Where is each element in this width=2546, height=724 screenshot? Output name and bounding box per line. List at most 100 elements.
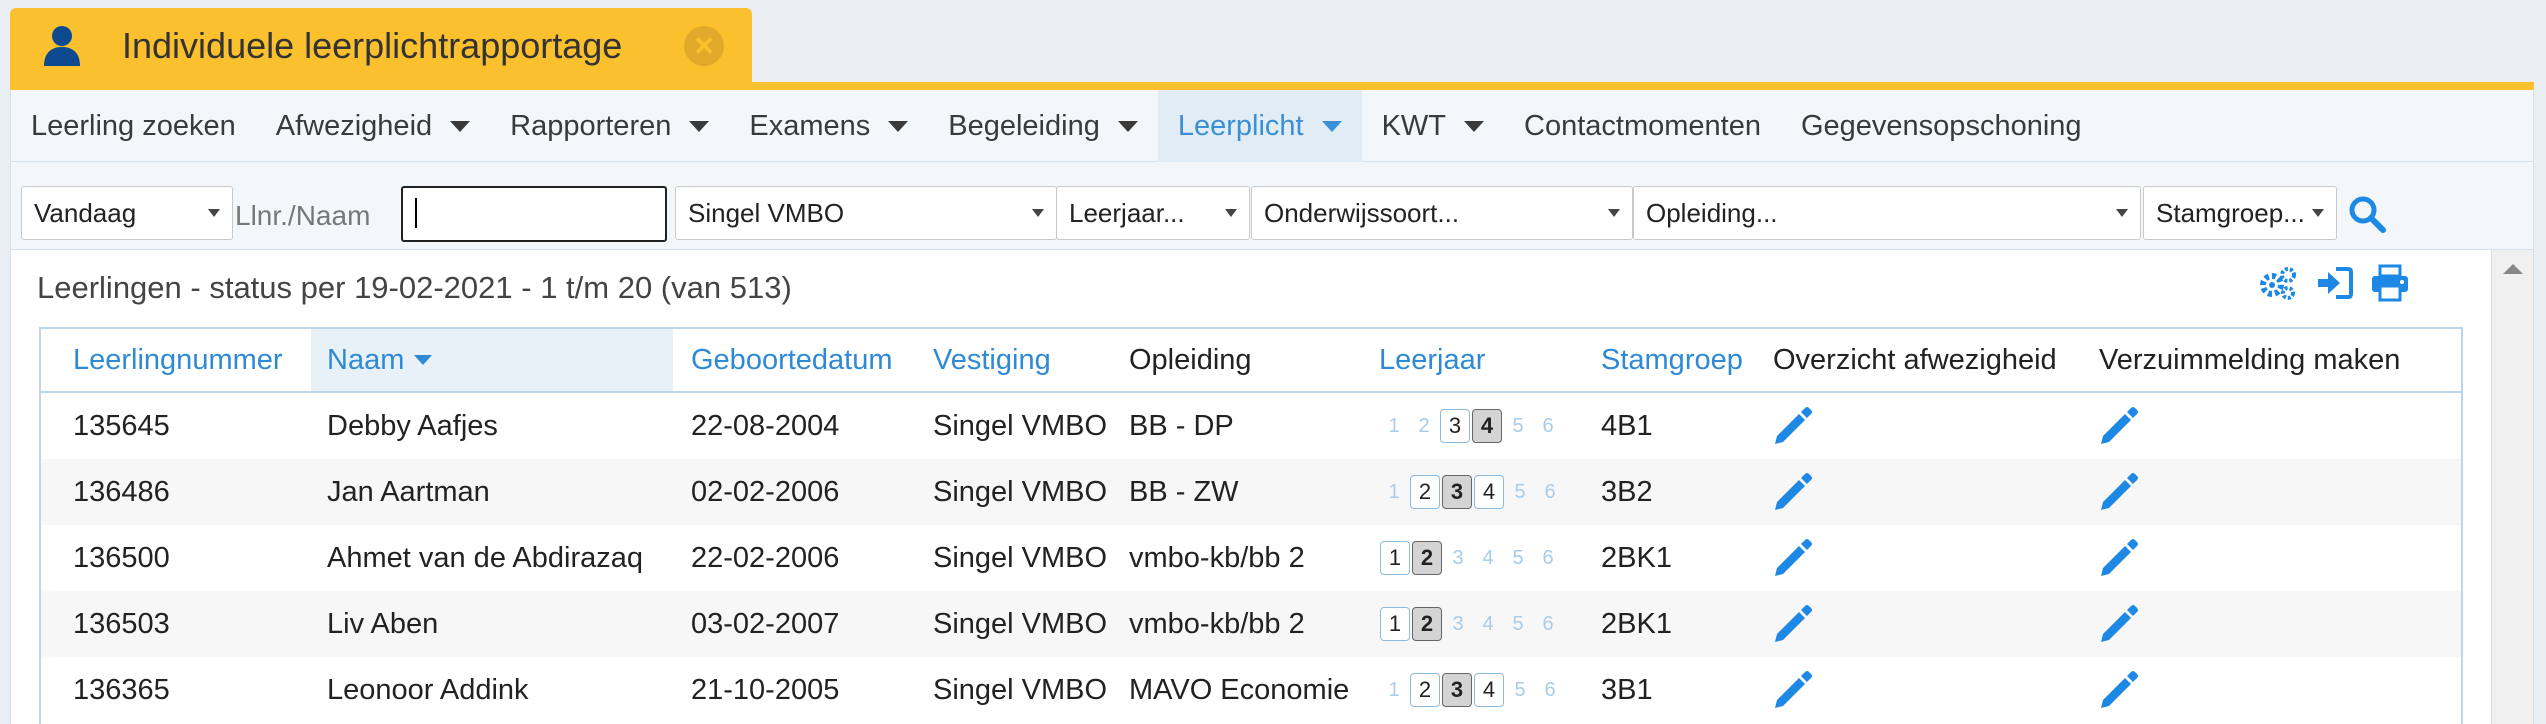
leerjaar-step-3: 3 — [1452, 612, 1464, 635]
main-nav: Leerling zoeken Afwezigheid Rapporteren Exa… — [11, 90, 2533, 162]
leerjaar-step-3: 3 — [1442, 475, 1472, 509]
column-header-leerlingnummer[interactable]: Leerlingnummer — [73, 329, 283, 391]
leerjaar-indicator: 123456 — [1379, 409, 1563, 443]
period-select[interactable]: Vandaag — [21, 186, 233, 240]
nav-item-kwt[interactable]: KWT — [1362, 90, 1504, 162]
stamgroep-select-value: Stamgroep... — [2156, 197, 2305, 228]
leerjaar-step-2: 2 — [1412, 541, 1442, 575]
nav-item-contactmomenten[interactable]: Contactmomenten — [1504, 90, 1781, 162]
leerjaar-step-5: 5 — [1512, 546, 1524, 569]
nav-item-label: Rapporteren — [510, 109, 672, 142]
cell-leerlingnummer: 136503 — [73, 607, 170, 640]
leerjaar-indicator: 123456 — [1379, 541, 1563, 575]
overzicht-afwezigheid-button[interactable] — [1771, 525, 1815, 591]
overzicht-afwezigheid-button[interactable] — [1771, 459, 1815, 525]
location-select[interactable]: Singel VMBO — [675, 186, 1057, 240]
cell-leerlingnummer: 136365 — [73, 673, 170, 706]
nav-item-label: Gegevensopschoning — [1800, 109, 2082, 142]
onderwijssoort-select-value: Onderwijssoort... — [1264, 197, 1460, 228]
column-header-stamgroep[interactable]: Stamgroep — [1601, 329, 1743, 391]
chevron-down-icon — [1032, 209, 1044, 217]
cell-vestiging: Singel VMBO — [933, 673, 1108, 706]
cell-naam: Liv Aben — [327, 607, 439, 640]
search-button[interactable] — [2345, 192, 2389, 236]
leerjaar-indicator: 123456 — [1379, 475, 1565, 509]
caret-down-icon — [1117, 120, 1138, 132]
column-header-vestiging[interactable]: Vestiging — [933, 329, 1051, 391]
verzuimmelding-maken-button[interactable] — [2097, 591, 2141, 657]
nav-item-rapporteren[interactable]: Rapporteren — [490, 90, 729, 162]
pencil-icon — [1775, 605, 1812, 642]
cell-naam: Leonoor Addink — [327, 673, 529, 706]
pencil-icon — [1775, 671, 1812, 708]
nav-item-afwezigheid[interactable]: Afwezigheid — [256, 90, 490, 162]
nav-item-gegevensopschoning[interactable]: Gegevensopschoning — [1781, 90, 2102, 162]
cell-vestiging: Singel VMBO — [933, 409, 1108, 442]
window-title: Individuele leerplichtrapportage — [122, 25, 623, 66]
overzicht-afwezigheid-button[interactable] — [1771, 657, 1815, 723]
verzuimmelding-maken-button[interactable] — [2097, 525, 2141, 591]
verzuimmelding-maken-button[interactable] — [2097, 459, 2141, 525]
table-header: Leerlingnummer Naam Geboortedatum Vestig… — [41, 329, 2461, 393]
overzicht-afwezigheid-button[interactable] — [1771, 591, 1815, 657]
vertical-scrollbar[interactable] — [2491, 250, 2533, 724]
table-row[interactable]: 136486 Jan Aartman 02-02-2006 Singel VMBO BB… — [41, 459, 2461, 525]
sign-in-icon[interactable] — [2313, 262, 2355, 304]
cell-leerjaar: 123456 — [1379, 657, 1565, 723]
cell-opleiding: vmbo-kb/bb 2 — [1129, 541, 1305, 574]
table-row[interactable]: 136365 Leonoor Addink 21-10-2005 Singel VMB… — [41, 657, 2461, 723]
overzicht-afwezigheid-button[interactable] — [1771, 393, 1815, 459]
window-title-tab: Individuele leerplichtrapportage × — [10, 8, 752, 84]
leerjaar-step-6: 6 — [1542, 546, 1554, 569]
pencil-icon — [1775, 407, 1812, 444]
cell-stamgroep: 3B1 — [1601, 673, 1653, 706]
column-header-geboortedatum[interactable]: Geboortedatum — [691, 329, 893, 391]
nav-item-leerplicht[interactable]: Leerplicht — [1157, 90, 1362, 162]
leerjaar-step-5: 5 — [1514, 678, 1526, 701]
nav-item-label: KWT — [1381, 109, 1447, 142]
cell-leerlingnummer: 136500 — [73, 541, 170, 574]
verzuimmelding-maken-button[interactable] — [2097, 657, 2141, 723]
pencil-icon — [2101, 407, 2138, 444]
scroll-up-arrow-icon[interactable] — [2503, 264, 2523, 274]
nav-item-leerling-zoeken[interactable]: Leerling zoeken — [11, 90, 256, 162]
close-icon[interactable]: × — [684, 26, 724, 66]
verzuimmelding-maken-button[interactable] — [2097, 393, 2141, 459]
leerjaar-select[interactable]: Leerjaar... — [1056, 186, 1250, 240]
pencil-icon — [2101, 671, 2138, 708]
leerjaar-step-1: 1 — [1388, 414, 1400, 437]
table-row[interactable]: 136500 Ahmet van de Abdirazaq 22-02-2006 Si… — [41, 525, 2461, 591]
nav-item-begeleiding[interactable]: Begeleiding — [928, 90, 1158, 162]
gears-icon[interactable] — [2257, 262, 2299, 304]
leerjaar-step-1: 1 — [1380, 607, 1410, 641]
leerjaar-step-5: 5 — [1512, 414, 1524, 437]
cell-geboortedatum: 03-02-2007 — [691, 607, 840, 640]
pencil-icon — [1775, 539, 1812, 576]
nav-item-label: Examens — [749, 109, 871, 142]
column-header-naam[interactable]: Naam — [311, 329, 673, 391]
table-row[interactable]: 135645 Debby Aafjes 22-08-2004 Singel VMBO B… — [41, 393, 2461, 459]
leerjaar-step-2: 2 — [1412, 607, 1442, 641]
print-icon[interactable] — [2369, 262, 2411, 304]
search-input[interactable] — [401, 186, 667, 242]
main-panel: Leerling zoeken Afwezigheid Rapporteren Exa… — [10, 90, 2534, 724]
location-select-value: Singel VMBO — [688, 197, 845, 228]
onderwijssoort-select[interactable]: Onderwijssoort... — [1251, 186, 1633, 240]
cell-leerjaar: 123456 — [1379, 459, 1565, 525]
column-header-label: Naam — [327, 343, 405, 376]
cell-vestiging: Singel VMBO — [933, 607, 1108, 640]
cell-vestiging: Singel VMBO — [933, 475, 1108, 508]
table-row[interactable]: 136503 Liv Aben 03-02-2007 Singel VMBO vmbo-… — [41, 591, 2461, 657]
stamgroep-select[interactable]: Stamgroep... — [2143, 186, 2337, 240]
pencil-icon — [2101, 473, 2138, 510]
leerjaar-indicator: 123456 — [1379, 607, 1563, 641]
opleiding-select[interactable]: Opleiding... — [1633, 186, 2141, 240]
leerjaar-select-value: Leerjaar... — [1069, 197, 1185, 228]
students-table: Leerlingnummer Naam Geboortedatum Vestig… — [39, 327, 2463, 724]
leerjaar-step-3: 3 — [1440, 409, 1470, 443]
column-header-leerjaar[interactable]: Leerjaar — [1379, 329, 1485, 391]
column-header-label: Geboortedatum — [691, 343, 893, 376]
nav-item-examens[interactable]: Examens — [729, 90, 928, 162]
caret-down-icon — [888, 120, 909, 132]
column-header-label: Vestiging — [933, 343, 1051, 376]
